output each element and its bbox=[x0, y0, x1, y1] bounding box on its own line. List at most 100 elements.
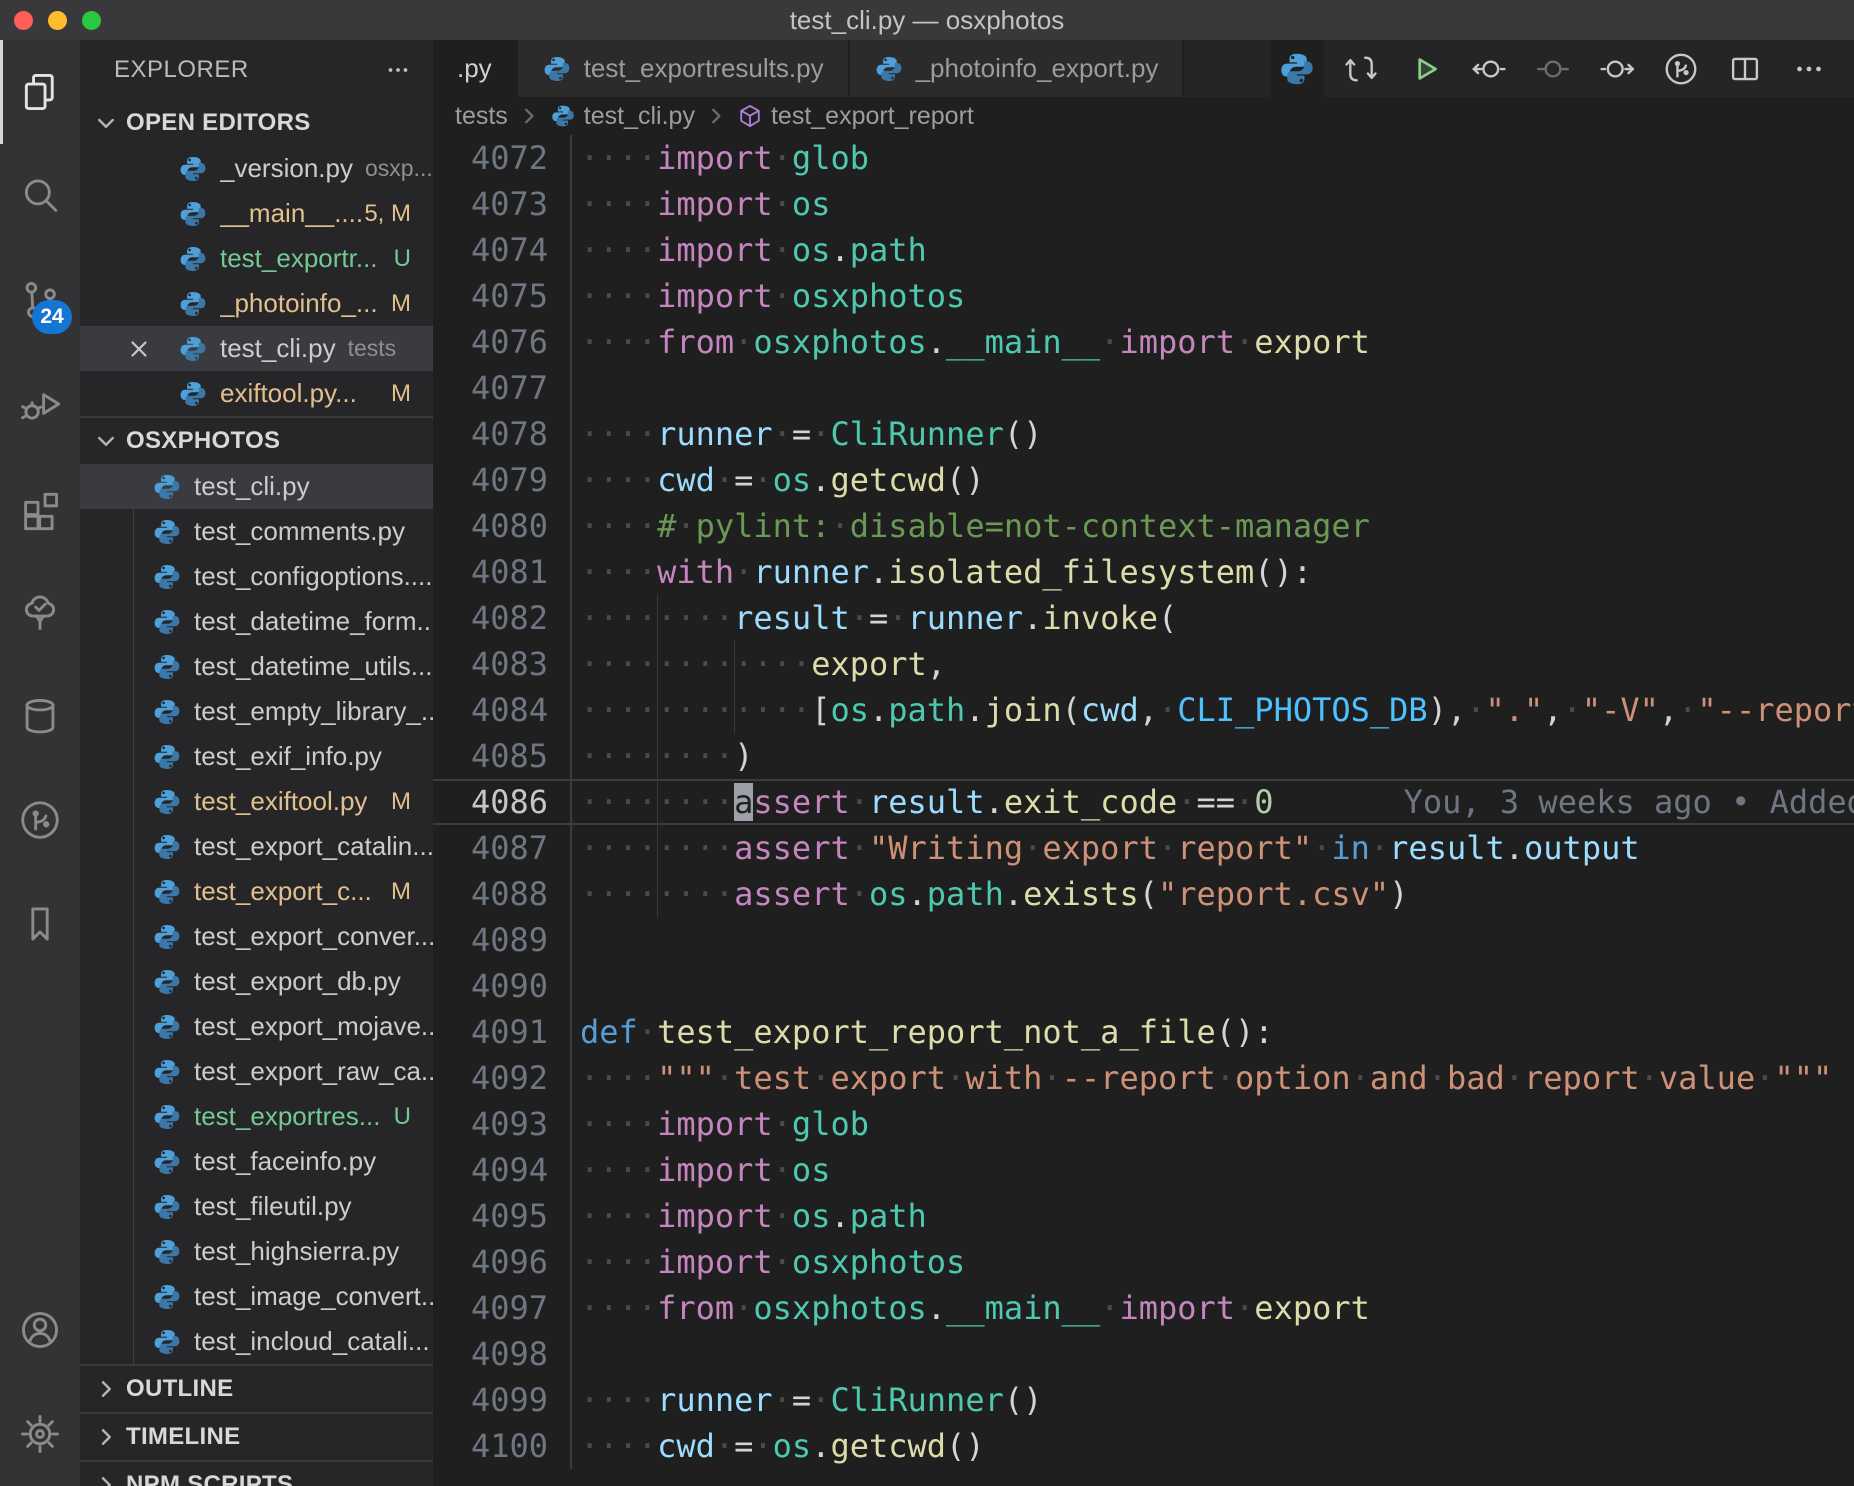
tree-item-test_exportres...[interactable]: test_exportres...U bbox=[80, 1094, 433, 1139]
open-editor-item-_version.py[interactable]: _version.pyosxp... bbox=[80, 146, 433, 191]
minimize-window-button[interactable] bbox=[48, 11, 67, 30]
indent-guide bbox=[657, 871, 658, 917]
code-line-4072: 4072····import·glob bbox=[433, 135, 1854, 181]
activity-item-run-and-debug[interactable] bbox=[0, 352, 80, 456]
line-number: 4088 bbox=[433, 871, 570, 917]
python-file-icon bbox=[178, 334, 208, 364]
python-file-icon bbox=[178, 379, 208, 409]
breadcrumb-item-test_export_report[interactable]: test_export_report bbox=[737, 102, 974, 131]
activity-item-extensions[interactable] bbox=[0, 456, 80, 560]
activity-item-settings[interactable] bbox=[0, 1382, 80, 1486]
tree-item-test_export_catalin...[interactable]: test_export_catalin... bbox=[80, 824, 433, 869]
activity-item-testing[interactable] bbox=[0, 560, 80, 664]
indent-guide bbox=[657, 825, 658, 871]
toolbar-split-editor-icon[interactable] bbox=[1718, 40, 1772, 97]
tree-item-test_configoptions....[interactable]: test_configoptions.... bbox=[80, 554, 433, 599]
breadcrumb: tests test_cli.py test_export_report bbox=[433, 97, 1854, 135]
tree-item-test_highsierra.py[interactable]: test_highsierra.py bbox=[80, 1229, 433, 1274]
tree-item-test_export_conver...[interactable]: test_export_conver... bbox=[80, 914, 433, 959]
file-label: test_image_convert... bbox=[194, 1281, 433, 1312]
python-file-icon bbox=[178, 289, 208, 319]
toolbar-more-actions-icon[interactable] bbox=[1782, 40, 1836, 97]
section-osxphotos[interactable]: OSXPHOTOS bbox=[80, 416, 433, 464]
file-label: test_export_catalin... bbox=[194, 831, 433, 862]
line-number: 4089 bbox=[433, 917, 570, 963]
tree-item-test_exiftool.py[interactable]: test_exiftool.pyM bbox=[80, 779, 433, 824]
line-number: 4081 bbox=[433, 549, 570, 595]
code-line-4098: 4098 bbox=[433, 1331, 1854, 1377]
line-number: 4076 bbox=[433, 319, 570, 365]
code-line-4085: 4085········) bbox=[433, 733, 1854, 779]
breadcrumb-item-tests[interactable]: tests bbox=[455, 102, 508, 131]
toolbar-gitlens-icon[interactable] bbox=[1654, 40, 1708, 97]
activity-item-gitlens[interactable] bbox=[0, 768, 80, 872]
file-label: _version.py bbox=[220, 153, 353, 184]
toolbar-compare-changes-icon[interactable] bbox=[1334, 40, 1388, 97]
section-open-editors[interactable]: OPEN EDITORS bbox=[80, 100, 433, 146]
tab-test_exportresults.py[interactable]: test_exportresults.py bbox=[518, 40, 850, 97]
tree-item-test_incloud_catali...[interactable]: test_incloud_catali... bbox=[80, 1319, 433, 1364]
database-icon bbox=[17, 693, 63, 739]
code-line-4078: 4078····runner·=·CliRunner() bbox=[433, 411, 1854, 457]
more-actions-icon bbox=[1790, 50, 1828, 88]
tree-item-test_export_c...[interactable]: test_export_c...M bbox=[80, 869, 433, 914]
toolbar-nav-circle-icon[interactable] bbox=[1526, 40, 1580, 97]
open-editor-item-exiftool.py...[interactable]: exiftool.py...M bbox=[80, 371, 433, 416]
code-line-4089: 4089 bbox=[433, 917, 1854, 963]
code-line-4095: 4095····import·os.path bbox=[433, 1193, 1854, 1239]
toolbar-nav-forward-icon[interactable] bbox=[1590, 40, 1644, 97]
activity-item-database[interactable] bbox=[0, 664, 80, 768]
sidebar-title: EXPLORER bbox=[114, 56, 249, 84]
python-file-icon bbox=[152, 1192, 182, 1222]
toolbar-run-python-icon[interactable] bbox=[1398, 40, 1452, 97]
tree-item-test_exif_info.py[interactable]: test_exif_info.py bbox=[80, 734, 433, 779]
tree-item-test_faceinfo.py[interactable]: test_faceinfo.py bbox=[80, 1139, 433, 1184]
code-line-4073: 4073····import·os bbox=[433, 181, 1854, 227]
line-number: 4096 bbox=[433, 1239, 570, 1285]
tab-_photoinfo_export.py[interactable]: _photoinfo_export.py bbox=[850, 40, 1185, 97]
line-number: 4085 bbox=[433, 733, 570, 779]
tree-item-test_comments.py[interactable]: test_comments.py bbox=[80, 509, 433, 554]
code-editor[interactable]: 4072····import·glob4073····import·os4074… bbox=[433, 135, 1854, 1486]
open-editor-item-test_cli.py[interactable]: test_cli.pytests bbox=[80, 326, 433, 371]
file-label: test_export_conver... bbox=[194, 921, 433, 952]
tree-item-test_fileutil.py[interactable]: test_fileutil.py bbox=[80, 1184, 433, 1229]
section-timeline[interactable]: TIMELINE bbox=[80, 1412, 433, 1460]
more-actions-icon[interactable] bbox=[383, 55, 413, 85]
activity-item-search[interactable] bbox=[0, 144, 80, 248]
code-line-4081: 4081····with·runner.isolated_filesystem(… bbox=[433, 549, 1854, 595]
chevron-right-icon bbox=[94, 1425, 118, 1449]
code-line-4094: 4094····import·os bbox=[433, 1147, 1854, 1193]
git-status-badge: M bbox=[391, 380, 411, 408]
section-outline[interactable]: OUTLINE bbox=[80, 1364, 433, 1412]
activity-item-explorer[interactable] bbox=[0, 40, 80, 144]
maximize-window-button[interactable] bbox=[82, 11, 101, 30]
activity-item-accounts[interactable] bbox=[0, 1278, 80, 1382]
close-window-button[interactable] bbox=[14, 11, 33, 30]
toolbar-nav-back-icon[interactable] bbox=[1462, 40, 1516, 97]
open-editor-item-_photoinfo_...[interactable]: _photoinfo_...M bbox=[80, 281, 433, 326]
tree-item-test_export_db.py[interactable]: test_export_db.py bbox=[80, 959, 433, 1004]
close-icon[interactable] bbox=[126, 336, 152, 362]
whitespace-dots: ···· bbox=[580, 1243, 657, 1281]
activity-item-source-control[interactable]: 24 bbox=[0, 248, 80, 352]
code-line-4075: 4075····import·osxphotos bbox=[433, 273, 1854, 319]
python-file-icon bbox=[152, 697, 182, 727]
open-editor-item-__main__....[interactable]: __main__....5, M bbox=[80, 191, 433, 236]
tree-item-test_export_raw_ca...[interactable]: test_export_raw_ca... bbox=[80, 1049, 433, 1094]
tree-item-test_datetime_utils....[interactable]: test_datetime_utils.... bbox=[80, 644, 433, 689]
file-label: test_faceinfo.py bbox=[194, 1146, 376, 1177]
section-npm-scripts[interactable]: NPM SCRIPTS bbox=[80, 1460, 433, 1486]
tree-item-test_datetime_form...[interactable]: test_datetime_form... bbox=[80, 599, 433, 644]
python-file-icon bbox=[152, 967, 182, 997]
breadcrumb-item-test_cli.py[interactable]: test_cli.py bbox=[550, 102, 695, 131]
activity-item-bookmarks[interactable] bbox=[0, 872, 80, 976]
tab-.py[interactable]: .py bbox=[433, 40, 518, 97]
tree-item-test_cli.py[interactable]: test_cli.py bbox=[80, 464, 433, 509]
tree-item-test_empty_library_...[interactable]: test_empty_library_... bbox=[80, 689, 433, 734]
tree-item-test_image_convert...[interactable]: test_image_convert... bbox=[80, 1274, 433, 1319]
tree-item-test_export_mojave...[interactable]: test_export_mojave... bbox=[80, 1004, 433, 1049]
code-line-4084: 4084············[os.path.join(cwd,·CLI_P… bbox=[433, 687, 1854, 733]
open-editor-item-test_exportr...[interactable]: test_exportr...U bbox=[80, 236, 433, 281]
toolbar-python-icon[interactable] bbox=[1270, 40, 1324, 97]
